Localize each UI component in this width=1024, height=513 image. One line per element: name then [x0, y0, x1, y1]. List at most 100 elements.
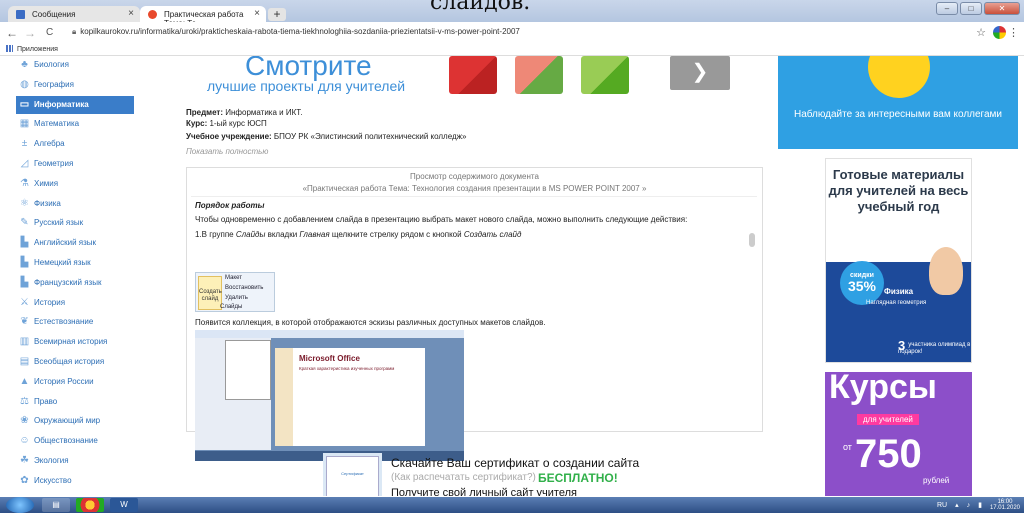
sidebar-item-18[interactable]: ❀ Окружающий мир [16, 412, 134, 430]
ad-ready-materials[interactable]: Готовые материалы для учителей на весь у… [825, 158, 972, 363]
building-icon: ▙ [20, 237, 29, 249]
profile-avatar[interactable] [993, 26, 1006, 39]
messages-icon [16, 10, 25, 19]
sidebar-item-label: Французский язык [34, 277, 102, 287]
sidebar-item-19[interactable]: ☺ Обществознание [16, 432, 134, 450]
courses-from: от [843, 442, 852, 452]
start-button[interactable] [6, 497, 34, 513]
paragraph-2: 1.В группе Слайды вкладки Главная щелкни… [195, 230, 521, 239]
sidebar-item-10[interactable]: ▙ Немецкий язык [16, 254, 134, 272]
sidebar-item-0[interactable]: ♣ Биология [16, 56, 134, 74]
language-indicator[interactable]: RU [937, 502, 947, 509]
sidebar-item-20[interactable]: ☘ Экология [16, 452, 134, 470]
network-icon[interactable]: ▮ [978, 501, 982, 509]
back-button[interactable]: ← [6, 26, 18, 40]
sidebar-item-22[interactable]: ▥Литература [16, 492, 134, 496]
apps-bookmark[interactable]: Приложения [6, 45, 58, 53]
tab-messages[interactable]: Сообщения × [8, 6, 140, 22]
discount-value: 35% [847, 278, 877, 294]
show-full-link[interactable]: Показать полностью [186, 147, 268, 156]
url-text: kopilkaurokov.ru/informatika/uroki/prakt… [80, 27, 520, 36]
banner-next-button[interactable]: ❯ [670, 56, 730, 90]
sidebar-item-17[interactable]: ⚖ Право [16, 393, 134, 411]
browser-menu-icon[interactable]: ⋮ [1008, 26, 1019, 39]
sidebar-item-4[interactable]: ± Алгебра [16, 135, 134, 153]
close-icon[interactable]: × [254, 8, 260, 19]
tray-up-arrow-icon[interactable]: ▴ [955, 501, 959, 509]
clock[interactable]: 16:00 17.01.2020 [990, 499, 1020, 511]
book-icon: ▥ [19, 336, 30, 348]
ad-courses[interactable]: Курсы для учителей от 750 рублей [825, 372, 972, 496]
sidebar-item-14[interactable]: ▥ Всемирная история [16, 333, 134, 351]
word-icon[interactable]: W [110, 498, 138, 512]
nature-icon: ❦ [20, 316, 29, 328]
how-to-print-link[interactable]: (Как распечатать сертификат?) [391, 472, 536, 483]
chrome-icon[interactable] [76, 498, 104, 512]
minimize-button[interactable]: – [936, 2, 958, 15]
sidebar-item-6[interactable]: ⚗ Химия [16, 175, 134, 193]
bookmark-star-icon[interactable]: ☆ [976, 26, 986, 39]
sidebar-item-16[interactable]: ▲ История России [16, 373, 134, 391]
building-icon: ▙ [20, 276, 29, 288]
eco-icon: ☘ [20, 455, 29, 466]
sidebar-item-12[interactable]: ⚔ История [16, 294, 134, 312]
volume-icon[interactable]: ♪ [967, 502, 971, 509]
sidebar-item-2[interactable]: ▭ Информатика [16, 95, 134, 114]
product-image-1[interactable] [449, 56, 497, 94]
main-content: Смотрите лучшие проекты для учителей ❯ П… [183, 56, 773, 496]
ribbon-restore: Восстановить [225, 285, 264, 291]
windows-taskbar: ▤ W RU ▴ ♪ ▮ 16:00 17.01.2020 [0, 497, 1024, 513]
sidebar-item-label: Геометрия [34, 159, 74, 168]
atom-icon: ⚛ [20, 197, 29, 209]
sidebar-item-1[interactable]: ◍ География [16, 76, 134, 94]
ribbon-delete: Удалить [225, 295, 248, 301]
document-scrollbar[interactable] [749, 233, 755, 247]
document-body: Порядок работы Чтобы одновременно с доба… [191, 196, 757, 461]
sidebar-item-label: Математика [34, 119, 80, 129]
close-window-button[interactable]: ✕ [984, 2, 1020, 15]
sidebar-item-13[interactable]: ❦ Естествознание [16, 313, 134, 331]
explorer-icon[interactable]: ▤ [42, 498, 70, 512]
text-run: Главная [299, 230, 330, 239]
sidebar-item-label: Всеобщая история [34, 357, 105, 366]
sidebar-item-21[interactable]: ✿ Искусство [16, 472, 134, 490]
own-site-text[interactable]: Получите свой личный сайт учителя [391, 487, 577, 496]
discount-badge: скидки 35% [840, 261, 884, 305]
subject-label: Предмет: [186, 108, 224, 117]
close-icon[interactable]: × [128, 8, 134, 19]
product-image-3[interactable] [581, 56, 629, 94]
globe-icon [868, 56, 930, 98]
ss-slide-title: Microsoft Office [299, 354, 360, 363]
flask-icon: ⚗ [20, 177, 29, 189]
sidebar-item-5[interactable]: ◿ Геометрия [16, 155, 134, 173]
olympiad-count: 3 [898, 338, 906, 353]
tab-current-page[interactable]: Практическая работа Тема: Те × [140, 6, 266, 28]
document-preview: Просмотр содержимого документа «Практиче… [186, 167, 763, 461]
scales-icon: ⚖ [20, 395, 29, 407]
sidebar-item-7[interactable]: ⚛ Физика [16, 195, 134, 213]
maximize-button[interactable]: □ [960, 2, 982, 15]
text-run: 1.В группе [195, 230, 236, 239]
create-slide-image: Создать слайд [198, 276, 222, 310]
product-image-2[interactable] [515, 56, 563, 94]
forward-button[interactable]: → [24, 26, 36, 40]
sidebar-item-label: Немецкий язык [34, 258, 91, 267]
sidebar-item-label: Информатика [34, 99, 89, 109]
section-title: Порядок работы [195, 201, 265, 210]
sidebar-item-11[interactable]: ▙ Французский язык [16, 274, 134, 292]
sidebar-item-3[interactable]: ▦ Математика [16, 115, 134, 133]
subject-value: Информатика и ИКТ. [225, 108, 303, 117]
sidebar-item-15[interactable]: ▤ Всеобщая история [16, 353, 134, 371]
subject-sidebar: ♣ Биология ◍ География ▭ Информатика ▦ Математи… [0, 56, 180, 496]
ad-colleagues-banner[interactable]: Наблюдайте за интересными вам коллегами [778, 56, 1018, 149]
address-bar: ← → C 🔒︎ kopilkaurokov.ru/informatika/uro… [0, 22, 1024, 44]
certificate-thumbnail[interactable]: Сертификат [326, 456, 379, 496]
new-tab-button[interactable]: + [268, 8, 286, 21]
building-icon: ▙ [20, 257, 29, 268]
certificate-title[interactable]: Скачайте Ваш сертификат о создании сайта [391, 456, 639, 470]
reload-button[interactable]: C [46, 27, 53, 38]
sidebar-item-9[interactable]: ▙ Английский язык [16, 234, 134, 252]
sidebar-item-8[interactable]: ✎ Русский язык [16, 214, 134, 232]
apps-label: Приложения [17, 46, 58, 53]
url-field[interactable]: 🔒︎ kopilkaurokov.ru/informatika/uroki/pra… [72, 27, 520, 37]
